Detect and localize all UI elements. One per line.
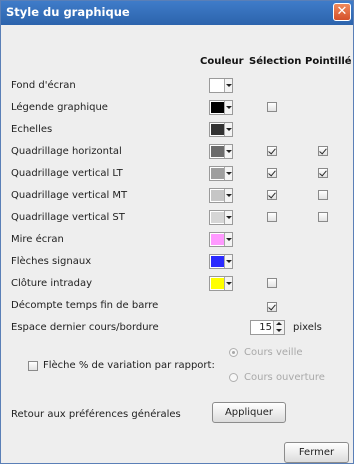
selection-checkbox[interactable] (267, 212, 277, 222)
decompte-label: Décompte temps fin de barre (11, 300, 159, 311)
decompte-checkbox[interactable] (267, 302, 277, 312)
row-label: Quadrillage horizontal (11, 146, 122, 157)
color-picker[interactable] (209, 188, 233, 203)
appliquer-button[interactable]: Appliquer (212, 402, 286, 423)
color-picker[interactable] (209, 144, 233, 159)
chevron-down-icon[interactable] (224, 145, 232, 158)
pointille-checkbox[interactable] (318, 146, 328, 156)
color-picker[interactable] (209, 122, 233, 137)
chevron-down-icon[interactable] (224, 255, 232, 268)
dialog-title: Style du graphique (6, 5, 130, 19)
close-icon[interactable]: ✕ (333, 3, 351, 21)
color-picker[interactable] (209, 78, 233, 93)
selection-checkbox[interactable] (267, 278, 277, 288)
chevron-down-icon[interactable] (224, 79, 232, 92)
selection-checkbox[interactable] (267, 190, 277, 200)
fleche-label: Flèche % de variation par rapport: (43, 360, 215, 371)
style-dialog: Style du graphique ✕ Couleur Sélection P… (0, 0, 354, 464)
row-label: Fond d'écran (11, 80, 76, 91)
chevron-down-icon[interactable] (224, 167, 232, 180)
row-label: Mire écran (11, 234, 64, 245)
row-label: Quadrillage vertical MT (11, 190, 128, 201)
color-picker[interactable] (209, 100, 233, 115)
color-picker[interactable] (209, 210, 233, 225)
pointille-checkbox[interactable] (318, 190, 328, 200)
row-label: Echelles (11, 124, 53, 135)
espace-label: Espace dernier cours/bordure (11, 322, 159, 333)
espace-value: 15 (259, 322, 272, 333)
chevron-down-icon[interactable] (224, 211, 232, 224)
fleche-checkbox[interactable] (28, 361, 38, 371)
chevron-down-icon[interactable] (224, 101, 232, 114)
fermer-button[interactable]: Fermer (284, 442, 349, 463)
radio-cours-veille[interactable] (229, 348, 238, 357)
radio-cours-ouverture-label: Cours ouverture (244, 372, 325, 383)
espace-unit: pixels (293, 322, 322, 333)
chevron-down-icon[interactable] (224, 123, 232, 136)
dialog-body: Couleur Sélection Pointillé Fond d'écran… (1, 25, 353, 463)
selection-checkbox[interactable] (267, 168, 277, 178)
chevron-down-icon[interactable] (224, 189, 232, 202)
selection-checkbox[interactable] (267, 102, 277, 112)
color-picker[interactable] (209, 254, 233, 269)
pointille-checkbox[interactable] (318, 212, 328, 222)
chevron-down-icon[interactable] (224, 233, 232, 246)
column-pointille-header: Pointillé (305, 56, 352, 67)
radio-cours-ouverture[interactable] (229, 373, 238, 382)
column-couleur-header: Couleur (200, 56, 244, 67)
chevron-down-icon[interactable] (224, 277, 232, 290)
color-picker[interactable] (209, 276, 233, 291)
row-label: Clôture intraday (11, 278, 93, 289)
title-bar[interactable]: Style du graphique ✕ (1, 1, 353, 25)
pointille-checkbox[interactable] (318, 168, 328, 178)
spinner-arrows-icon[interactable] (273, 321, 284, 334)
color-picker[interactable] (209, 166, 233, 181)
retour-label: Retour aux préférences générales (11, 409, 181, 420)
column-selection-header: Sélection (249, 56, 302, 67)
selection-checkbox[interactable] (267, 146, 277, 156)
color-picker[interactable] (209, 232, 233, 247)
radio-cours-veille-label: Cours veille (244, 347, 303, 358)
row-label: Légende graphique (11, 102, 108, 113)
row-label: Quadrillage vertical ST (11, 212, 125, 223)
espace-spinner[interactable]: 15 (250, 320, 285, 335)
row-label: Quadrillage vertical LT (11, 168, 123, 179)
row-label: Flèches signaux (11, 256, 92, 267)
